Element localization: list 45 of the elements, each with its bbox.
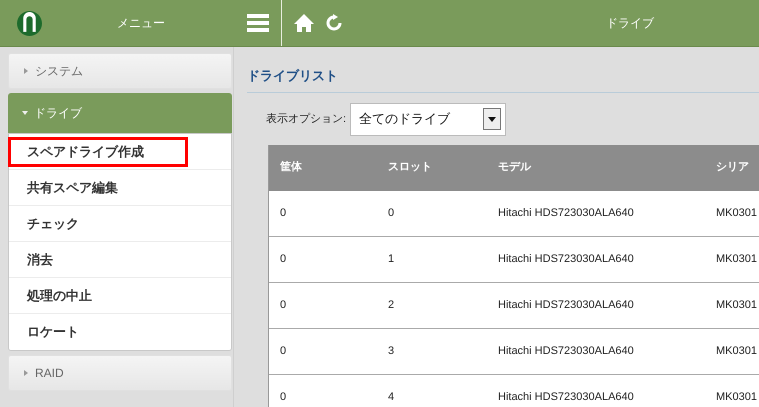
- menu-item[interactable]: 共有スペア編集: [9, 178, 118, 198]
- menu-item[interactable]: 処理の中止: [9, 286, 92, 306]
- table-cell-text: MK0301: [715, 206, 758, 221]
- sidebar-section[interactable]: システム: [8, 53, 232, 89]
- caret-icon: [488, 116, 496, 122]
- table-cell-text: 1: [387, 252, 396, 267]
- table-cell-text: 0: [279, 206, 288, 221]
- table-cell-text: 3: [387, 344, 396, 359]
- menu-item[interactable]: スペアドライブ作成: [8, 136, 188, 166]
- section-title: ドライブリスト: [247, 66, 759, 92]
- table-cell-text: Hitachi HDS723030ALA640: [497, 298, 635, 313]
- page-title: ドライブ: [606, 15, 654, 32]
- menu-label: メニュー: [117, 15, 165, 32]
- column-header: モデル: [497, 160, 532, 176]
- option-label: 表示オプション:: [266, 112, 346, 127]
- table-cell-text: 0: [387, 206, 396, 221]
- table-cell-text: Hitachi HDS723030ALA640: [497, 206, 635, 221]
- logo-icon: [17, 10, 42, 36]
- caret-down-icon: [22, 110, 28, 116]
- sidebar-section[interactable]: RAID: [8, 355, 232, 391]
- option-dropdown[interactable]: 全てのドライブ: [350, 102, 506, 136]
- table-cell-text: MK0301: [715, 252, 758, 267]
- table-cell-text: MK0301: [715, 344, 758, 359]
- table-cell-text: 0: [279, 390, 288, 405]
- table-cell-text: 0: [279, 298, 288, 313]
- table-cell-text: Hitachi HDS723030ALA640: [497, 252, 635, 267]
- column-header: 筐体: [279, 160, 303, 176]
- table-cell-text: MK0301: [715, 390, 758, 405]
- table-cell-text: MK0301: [715, 298, 758, 313]
- table-cell-text: Hitachi HDS723030ALA640: [497, 390, 635, 405]
- caret-right-icon: [23, 68, 29, 74]
- menu-item[interactable]: ロケート: [9, 322, 79, 342]
- column-header: スロット: [387, 160, 433, 176]
- table-cell-text: 0: [279, 344, 288, 359]
- table-cell-text: 2: [387, 298, 396, 313]
- column-header: シリア: [715, 160, 750, 176]
- home-icon[interactable]: [293, 13, 315, 33]
- menu-icon[interactable]: [247, 14, 269, 32]
- refresh-icon[interactable]: [325, 14, 343, 32]
- menu-item[interactable]: チェック: [9, 214, 79, 234]
- menu-item[interactable]: 消去: [9, 250, 53, 270]
- caret-right-icon: [23, 370, 29, 376]
- table-cell-text: 4: [387, 390, 396, 405]
- table-cell-text: 0: [279, 252, 288, 267]
- table-cell-text: Hitachi HDS723030ALA640: [497, 344, 635, 359]
